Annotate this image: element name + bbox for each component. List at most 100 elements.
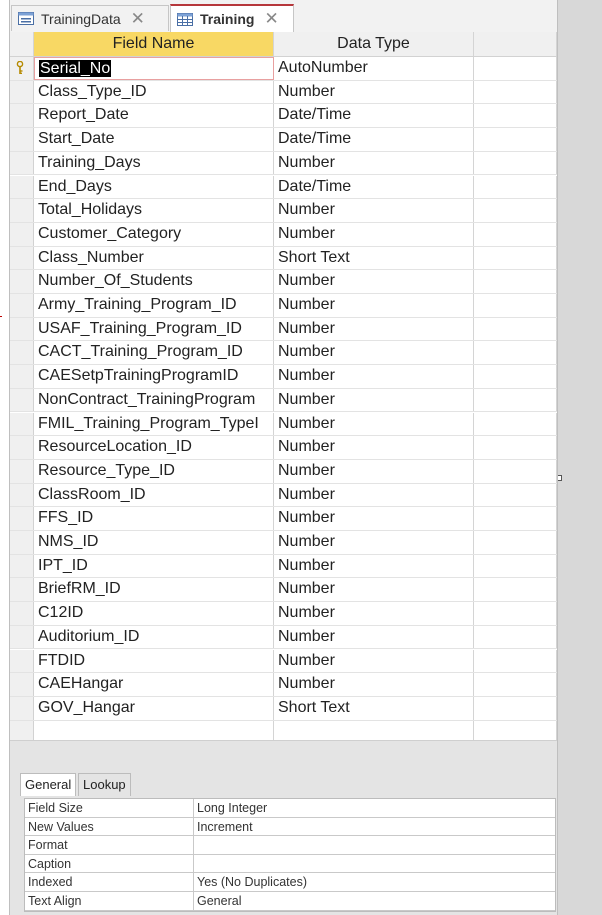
field-name-cell[interactable]: Customer_Category: [34, 222, 274, 246]
description-cell[interactable]: [474, 578, 557, 602]
field-name-cell[interactable]: ClassRoom_ID: [34, 483, 274, 507]
row-selector[interactable]: [10, 317, 34, 341]
property-value[interactable]: Yes (No Duplicates): [193, 873, 553, 891]
property-row[interactable]: Text Align General: [25, 891, 555, 911]
data-type-cell[interactable]: Number: [274, 673, 474, 696]
table-row[interactable]: End_Days Date/Time: [10, 175, 557, 200]
description-cell[interactable]: [474, 128, 557, 151]
data-type-cell[interactable]: Number: [274, 151, 474, 175]
data-type-cell[interactable]: Number: [274, 80, 474, 104]
property-value[interactable]: [193, 836, 553, 854]
row-selector[interactable]: [10, 151, 34, 175]
field-name-cell[interactable]: Army_Training_Program_ID: [34, 294, 274, 317]
tab-training[interactable]: Training ✕: [170, 4, 294, 32]
field-name-cell[interactable]: C12ID: [34, 602, 274, 625]
description-cell[interactable]: [474, 436, 557, 459]
column-header-description[interactable]: [474, 32, 557, 56]
data-type-cell[interactable]: Number: [274, 412, 474, 436]
row-selector[interactable]: [10, 199, 34, 222]
table-row[interactable]: C12ID Number: [10, 602, 557, 626]
field-name-cell[interactable]: CAEHangar: [34, 673, 274, 696]
field-name-cell[interactable]: FTDID: [34, 649, 274, 673]
data-type-cell[interactable]: Number: [274, 222, 474, 246]
table-row[interactable]: USAF_Training_Program_ID Number: [10, 317, 557, 342]
table-row[interactable]: CACT_Training_Program_ID Number: [10, 341, 557, 366]
tab-general[interactable]: General: [20, 773, 77, 796]
description-cell[interactable]: [474, 57, 557, 80]
description-cell[interactable]: [474, 294, 557, 317]
table-row[interactable]: Auditorium_ID Number: [10, 625, 557, 650]
property-row[interactable]: Field Size Long Integer: [25, 799, 555, 818]
tab-trainingdata[interactable]: TrainingData ✕: [11, 5, 169, 31]
table-row[interactable]: BriefRM_ID Number: [10, 578, 557, 603]
property-value[interactable]: Increment: [193, 817, 553, 836]
row-selector[interactable]: [10, 696, 34, 720]
description-cell[interactable]: [474, 412, 557, 436]
field-name-cell[interactable]: BriefRM_ID: [34, 578, 274, 602]
data-type-cell[interactable]: Number: [274, 199, 474, 222]
field-name-cell[interactable]: IPT_ID: [34, 554, 274, 578]
table-row[interactable]: Resource_Type_ID Number: [10, 459, 557, 484]
description-cell[interactable]: [474, 222, 557, 246]
data-type-cell[interactable]: Short Text: [274, 246, 474, 270]
row-selector[interactable]: [10, 388, 34, 412]
row-selector[interactable]: [10, 270, 34, 293]
field-name-cell[interactable]: Number_Of_Students: [34, 270, 274, 293]
data-type-cell[interactable]: Number: [274, 294, 474, 317]
property-value[interactable]: [193, 854, 553, 873]
description-cell[interactable]: [474, 317, 557, 341]
data-type-cell[interactable]: Short Text: [274, 696, 474, 720]
row-selector[interactable]: [10, 459, 34, 483]
row-selector[interactable]: [10, 128, 34, 151]
description-cell[interactable]: [474, 365, 557, 388]
data-type-cell[interactable]: Number: [274, 388, 474, 412]
field-name-cell[interactable]: Serial_No: [34, 57, 274, 80]
column-header-field-name[interactable]: Field Name: [34, 32, 274, 56]
table-row[interactable]: Serial_No AutoNumber: [10, 57, 557, 81]
property-row[interactable]: Caption: [25, 854, 555, 874]
field-name-cell[interactable]: Auditorium_ID: [34, 625, 274, 649]
property-row[interactable]: Indexed Yes (No Duplicates): [25, 873, 555, 892]
table-row[interactable]: Training_Days Number: [10, 151, 557, 176]
row-selector[interactable]: [10, 578, 34, 602]
table-row[interactable]: FMIL_Training_Program_TypeI Number: [10, 412, 557, 437]
description-cell[interactable]: [474, 175, 557, 199]
data-type-cell[interactable]: Number: [274, 365, 474, 388]
table-row[interactable]: FFS_ID Number: [10, 507, 557, 531]
data-type-cell[interactable]: Number: [274, 317, 474, 341]
row-selector[interactable]: [10, 649, 34, 673]
field-name-cell[interactable]: USAF_Training_Program_ID: [34, 317, 274, 341]
field-name-cell[interactable]: End_Days: [34, 175, 274, 199]
property-value[interactable]: General: [193, 891, 553, 910]
row-selector[interactable]: [10, 294, 34, 317]
description-cell[interactable]: [474, 554, 557, 578]
data-type-cell[interactable]: Number: [274, 649, 474, 673]
table-row[interactable]: Start_Date Date/Time: [10, 128, 557, 152]
field-name-cell[interactable]: Total_Holidays: [34, 199, 274, 222]
data-type-cell[interactable]: Number: [274, 625, 474, 649]
table-row[interactable]: Class_Type_ID Number: [10, 80, 557, 105]
row-selector[interactable]: [10, 602, 34, 625]
data-type-cell[interactable]: Date/Time: [274, 175, 474, 199]
description-cell[interactable]: [474, 696, 557, 720]
property-row[interactable]: New Values Increment: [25, 817, 555, 837]
row-selector[interactable]: [10, 507, 34, 530]
table-row[interactable]: ResourceLocation_ID Number: [10, 436, 557, 460]
row-selector[interactable]: [10, 365, 34, 388]
row-selector[interactable]: [10, 625, 34, 649]
description-cell[interactable]: [474, 507, 557, 530]
field-name-cell[interactable]: Class_Type_ID: [34, 80, 274, 104]
field-name-cell[interactable]: Resource_Type_ID: [34, 459, 274, 483]
row-selector[interactable]: [10, 246, 34, 270]
description-cell[interactable]: [474, 673, 557, 696]
table-row[interactable]: IPT_ID Number: [10, 554, 557, 579]
close-icon[interactable]: ✕: [131, 9, 145, 29]
data-type-cell[interactable]: Number: [274, 578, 474, 602]
table-row[interactable]: Army_Training_Program_ID Number: [10, 294, 557, 318]
description-cell[interactable]: [474, 531, 557, 554]
table-row[interactable]: Customer_Category Number: [10, 222, 557, 247]
data-type-cell[interactable]: Number: [274, 459, 474, 483]
property-row[interactable]: Format: [25, 836, 555, 855]
field-name-cell[interactable]: FMIL_Training_Program_TypeI: [34, 412, 274, 436]
table-row[interactable]: Number_Of_Students Number: [10, 270, 557, 294]
